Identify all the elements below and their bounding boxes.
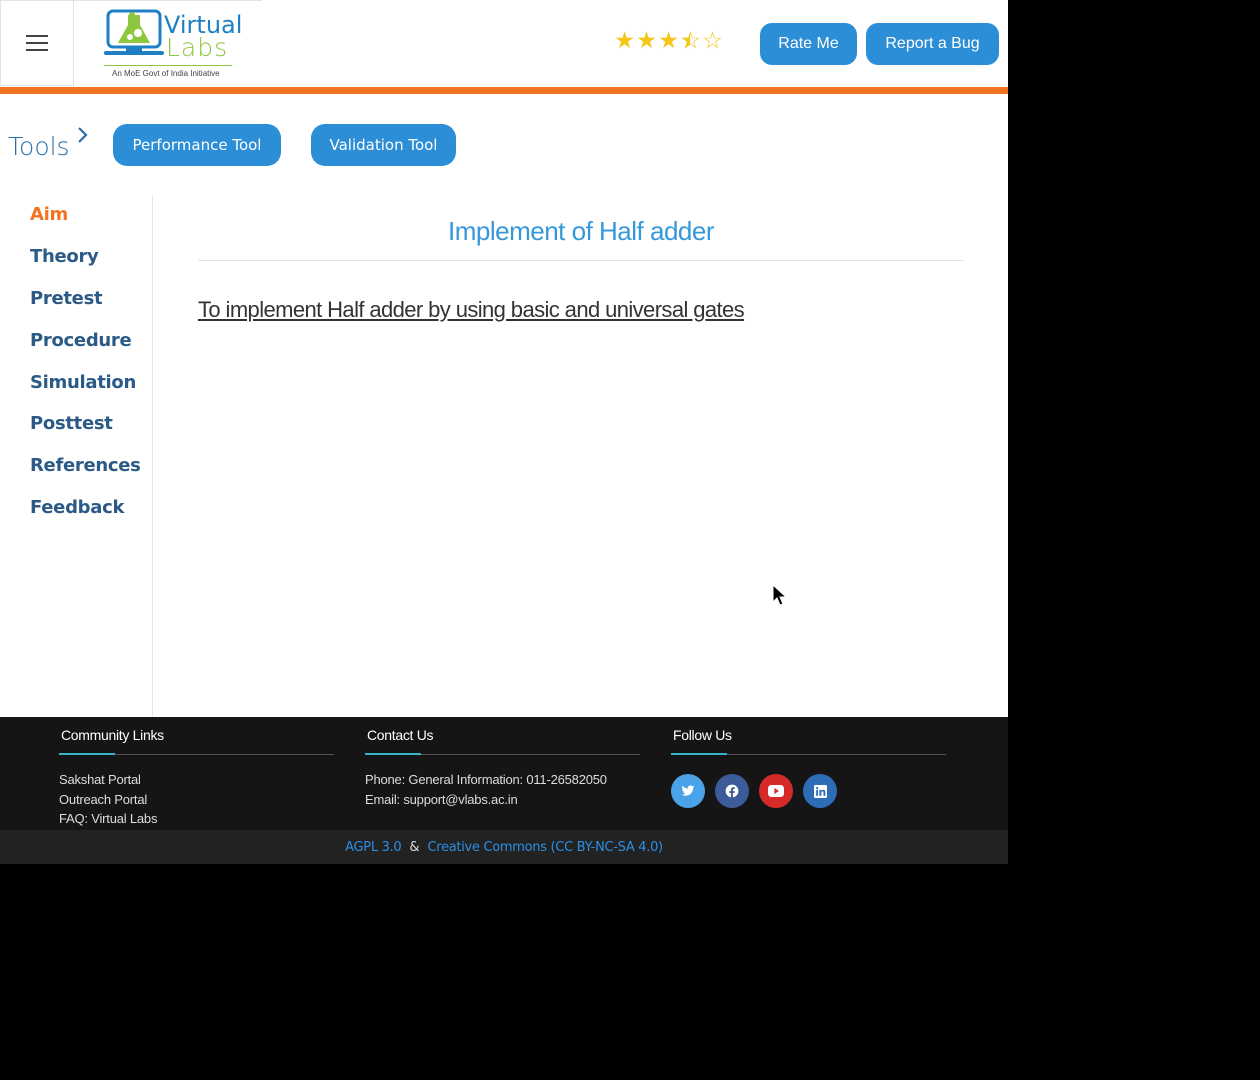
footer-divider-accent	[365, 753, 421, 755]
sidebar-item-procedure[interactable]: Procedure	[30, 330, 132, 351]
star-half-icon[interactable]: ☆★	[680, 30, 701, 53]
twitter-icon[interactable]	[671, 774, 705, 808]
aim-text: To implement Half adder by using basic a…	[198, 297, 745, 322]
follow-heading: Follow Us	[673, 727, 732, 743]
hamburger-icon	[26, 35, 48, 51]
license-bar: AGPL 3.0 & Creative Commons (CC BY-NC-SA…	[0, 830, 1008, 864]
contact-email[interactable]: Email: support@vlabs.ac.in	[365, 792, 518, 807]
validation-tool-button[interactable]: Validation Tool	[311, 124, 456, 166]
youtube-icon[interactable]	[759, 774, 793, 808]
star-full-icon[interactable]: ★	[658, 30, 679, 53]
header-accent-bar	[0, 87, 1008, 94]
sakshat-portal-link[interactable]: Sakshat Portal	[59, 772, 141, 787]
agpl-license-link[interactable]: AGPL 3.0	[345, 840, 402, 855]
sidebar-item-simulation[interactable]: Simulation	[30, 372, 136, 393]
mouse-cursor-icon	[772, 584, 788, 606]
facebook-icon[interactable]	[715, 774, 749, 808]
performance-tool-button[interactable]: Performance Tool	[113, 124, 281, 166]
star-rating[interactable]: ★ ★ ★ ☆★ ☆	[614, 30, 723, 53]
star-empty-icon[interactable]: ☆	[702, 30, 723, 53]
community-links-heading: Community Links	[61, 727, 164, 743]
rate-me-button[interactable]: Rate Me	[760, 23, 857, 65]
logo-divider	[104, 65, 232, 66]
creative-commons-link[interactable]: Creative Commons (CC BY-NC-SA 4.0)	[428, 840, 664, 855]
tools-label: Tools	[8, 132, 70, 161]
menu-button[interactable]	[0, 0, 74, 86]
logo-title-labs: Labs	[166, 33, 229, 62]
sidebar-item-posttest[interactable]: Posttest	[30, 413, 113, 434]
virtual-labs-logo[interactable]: Virtual Labs An MoE Govt of India Initia…	[74, 0, 262, 86]
sidebar-item-references[interactable]: References	[30, 455, 141, 476]
sidebar-item-feedback[interactable]: Feedback	[30, 497, 124, 518]
outreach-portal-link[interactable]: Outreach Portal	[59, 792, 147, 807]
contact-phone: Phone: General Information: 011-26582050	[365, 772, 607, 787]
footer-divider-accent	[671, 753, 727, 755]
sidebar-item-aim[interactable]: Aim	[30, 204, 68, 225]
chevron-right-icon	[78, 127, 88, 143]
logo-tagline: An MoE Govt of India Initiative	[112, 69, 220, 78]
title-divider	[198, 260, 964, 261]
page: Virtual Labs An MoE Govt of India Initia…	[0, 0, 1008, 864]
linkedin-icon[interactable]	[803, 774, 837, 808]
footer: Community Links Sakshat Portal Outreach …	[0, 717, 1008, 830]
flask-icon	[104, 9, 164, 55]
sidebar-item-pretest[interactable]: Pretest	[30, 288, 103, 309]
faq-link[interactable]: FAQ: Virtual Labs	[59, 811, 157, 826]
license-separator: &	[409, 839, 420, 855]
sidebar: Aim Theory Pretest Procedure Simulation …	[0, 195, 153, 717]
page-title: Implement of Half adder	[448, 216, 714, 246]
star-full-icon[interactable]: ★	[614, 30, 635, 53]
contact-heading: Contact Us	[367, 727, 434, 743]
footer-divider-accent	[59, 753, 115, 755]
star-full-icon[interactable]: ★	[636, 30, 657, 53]
sidebar-item-theory[interactable]: Theory	[30, 246, 99, 267]
report-bug-button[interactable]: Report a Bug	[866, 23, 999, 65]
